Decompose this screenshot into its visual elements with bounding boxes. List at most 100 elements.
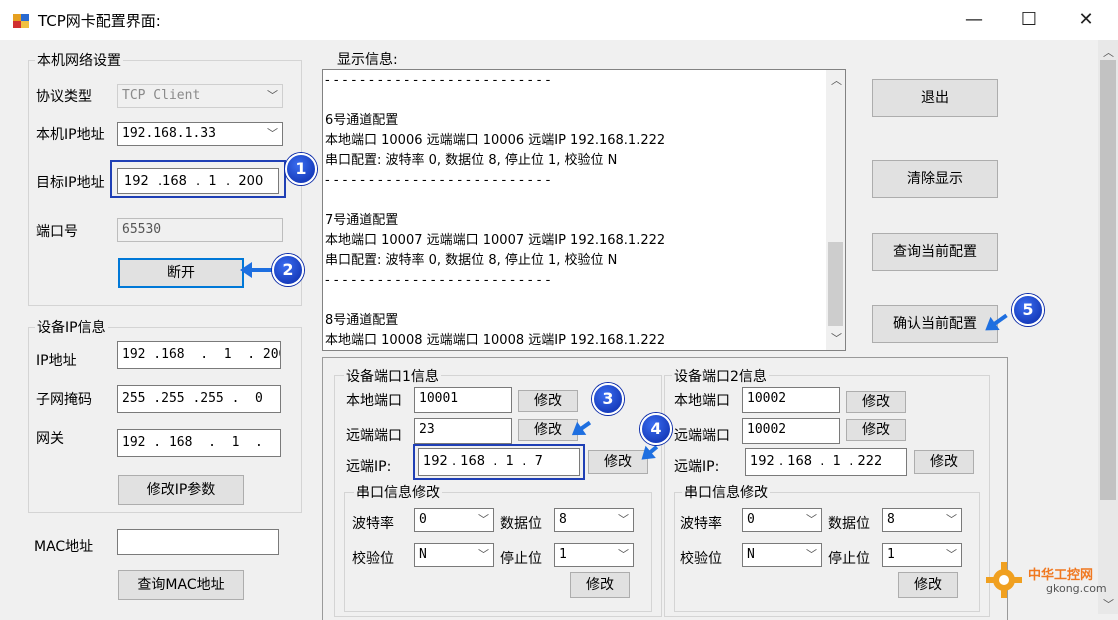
port1-remote-ip-label: 远端IP: — [346, 459, 392, 475]
port2-parity-label: 校验位 — [680, 551, 722, 567]
port1-local-port-modify-button[interactable]: 修改 — [518, 390, 578, 412]
exit-button[interactable]: 退出 — [872, 79, 998, 117]
modify-ip-button[interactable]: 修改IP参数 — [118, 475, 244, 505]
badge-5: 5 — [1012, 294, 1044, 326]
scroll-up-icon[interactable]: ︿ — [831, 72, 842, 88]
log-line: - - - - - - - - - - - - - - - - - - - - … — [325, 173, 551, 188]
protocol-select[interactable]: TCP Client ﹀ — [117, 84, 283, 108]
chevron-down-icon: ﹀ — [478, 513, 489, 526]
port1-parity-select[interactable]: N ﹀ — [414, 543, 494, 567]
port1-stopbits-select[interactable]: 1 ﹀ — [554, 543, 634, 567]
target-ip-octet-4: . 200 — [226, 174, 264, 189]
ip-label: IP地址 — [36, 353, 77, 369]
protocol-label: 协议类型 — [36, 89, 92, 105]
target-ip-field[interactable]: 192 .168 . 1 . 200 — [117, 168, 279, 194]
port2-label: 设备端口2信息 — [672, 366, 769, 386]
window-scroll-thumb[interactable] — [1100, 60, 1116, 500]
port2-local-port-field[interactable]: 10002 — [742, 387, 840, 413]
port1-label: 设备端口1信息 — [344, 366, 441, 386]
port1-databits-label: 数据位 — [500, 516, 542, 532]
port1-local-port-field[interactable]: 10001 — [414, 387, 512, 413]
port1-local-port-label: 本地端口 — [346, 393, 402, 409]
subnet-mask-field[interactable]: 255 .255 .255 . 0 — [117, 385, 281, 413]
log-line: - - - - - - - - - - - - - - - - - - - - … — [325, 73, 551, 88]
gear-icon — [984, 560, 1024, 604]
log-line: 本地端口 10006 远端端口 10006 远端IP 192.168.1.222 — [325, 133, 666, 148]
query-config-button[interactable]: 查询当前配置 — [872, 233, 998, 271]
port-field[interactable]: 65530 — [117, 218, 283, 242]
close-button[interactable]: ✕ — [1057, 0, 1115, 40]
port2-stopbits-select[interactable]: 1 ﹀ — [882, 543, 962, 567]
port2-remote-port-field[interactable]: 10002 — [742, 418, 840, 444]
scroll-thumb[interactable] — [828, 242, 843, 326]
scroll-down-icon[interactable]: ﹀ — [831, 330, 842, 346]
device-ip-label: 设备IP信息 — [35, 317, 108, 337]
display-label: 显示信息: — [337, 52, 398, 68]
port2-baud-label: 波特率 — [680, 516, 722, 532]
app-icon — [12, 11, 30, 29]
mac-field[interactable] — [117, 529, 279, 555]
badge-1: 1 — [285, 153, 317, 185]
port2-local-port-modify-button[interactable]: 修改 — [846, 391, 906, 413]
subnet-mask-label: 子网掩码 — [36, 392, 92, 408]
scroll-up-icon[interactable]: ︿ — [1103, 44, 1114, 60]
log-line: - - - - - - - - - - - - - - - - - - - - … — [325, 273, 551, 288]
log-line: 本地端口 10007 远端端口 10007 远端IP 192.168.1.222 — [325, 233, 666, 248]
badge-3: 3 — [592, 383, 624, 415]
port2-parity-select[interactable]: N ﹀ — [742, 543, 822, 567]
query-mac-button[interactable]: 查询MAC地址 — [118, 570, 244, 600]
target-ip-octet-2: .168 — [158, 174, 187, 189]
confirm-config-button[interactable]: 确认当前配置 — [872, 305, 998, 343]
badge-2: 2 — [272, 254, 304, 286]
chevron-down-icon: ﹀ — [806, 513, 817, 526]
port1-stopbits-label: 停止位 — [500, 551, 542, 567]
chevron-down-icon: ﹀ — [946, 548, 957, 561]
port1-baud-select[interactable]: 0 ﹀ — [414, 508, 494, 532]
chevron-down-icon: ﹀ — [267, 127, 278, 140]
port1-databits-select[interactable]: 8 ﹀ — [554, 508, 634, 532]
port2-remote-port-modify-button[interactable]: 修改 — [846, 419, 906, 441]
chevron-down-icon: ﹀ — [618, 548, 629, 561]
port1-remote-ip-field[interactable]: 192 . 168 . 1 . 7 — [418, 448, 580, 476]
port1-parity-label: 校验位 — [352, 551, 394, 567]
gateway-field[interactable]: 192 . 168 . 1 . 1 — [117, 429, 281, 457]
watermark-url: gkong.com — [1046, 582, 1107, 595]
port1-remote-port-label: 远端端口 — [346, 428, 402, 444]
local-network-label: 本机网络设置 — [35, 50, 123, 70]
log-line: 6号通道配置 — [325, 113, 399, 128]
maximize-button[interactable]: ☐ — [1000, 0, 1058, 40]
port2-serial-modify-button[interactable]: 修改 — [898, 572, 958, 598]
port2-local-port-label: 本地端口 — [674, 393, 730, 409]
port2-databits-select[interactable]: 8 ﹀ — [882, 508, 962, 532]
log-line: 8号通道配置 — [325, 313, 399, 328]
minimize-button[interactable]: — — [945, 0, 1003, 40]
port1-serial-label: 串口信息修改 — [354, 482, 442, 502]
target-ip-label: 目标IP地址 — [36, 175, 105, 191]
device-ip-field[interactable]: 192 .168 . 1 . 200 — [117, 341, 281, 369]
local-ip-label: 本机IP地址 — [36, 127, 105, 143]
target-ip-octet-3: . 1 — [196, 174, 217, 189]
target-ip-octet-1: 192 — [124, 174, 149, 189]
port2-baud-select[interactable]: 0 ﹀ — [742, 508, 822, 532]
badge-4: 4 — [640, 413, 672, 445]
port1-serial-modify-button[interactable]: 修改 — [570, 572, 630, 598]
local-ip-select[interactable]: 192.168.1.33 ﹀ — [117, 122, 283, 146]
chevron-down-icon: ﹀ — [478, 548, 489, 561]
port2-databits-label: 数据位 — [828, 516, 870, 532]
chevron-down-icon: ﹀ — [267, 89, 278, 102]
port1-baud-label: 波特率 — [352, 516, 394, 532]
window-scrollbar[interactable]: ︿ ﹀ — [1098, 40, 1118, 614]
log-line: 串口配置: 波特率 0, 数据位 8, 停止位 1, 校验位 N — [325, 153, 618, 168]
log-scrollbar[interactable]: ︿ ﹀ — [826, 70, 845, 350]
display-log[interactable]: - - - - - - - - - - - - - - - - - - - - … — [322, 69, 846, 351]
port1-remote-port-field[interactable]: 23 — [414, 418, 512, 444]
log-line: 串口配置: 波特率 0, 数据位 8, 停止位 1, 校验位 N — [325, 253, 618, 268]
clear-display-button[interactable]: 清除显示 — [872, 160, 998, 198]
port2-remote-ip-modify-button[interactable]: 修改 — [914, 450, 974, 474]
port2-stopbits-label: 停止位 — [828, 551, 870, 567]
port2-remote-ip-field[interactable]: 192 . 168 . 1 . 222 — [745, 448, 907, 476]
log-line: 本地端口 10008 远端端口 10008 远端IP 192.168.1.222 — [325, 333, 666, 348]
disconnect-button[interactable]: 断开 — [118, 258, 244, 288]
scroll-down-icon[interactable]: ﹀ — [1103, 596, 1114, 612]
chevron-down-icon: ﹀ — [806, 548, 817, 561]
